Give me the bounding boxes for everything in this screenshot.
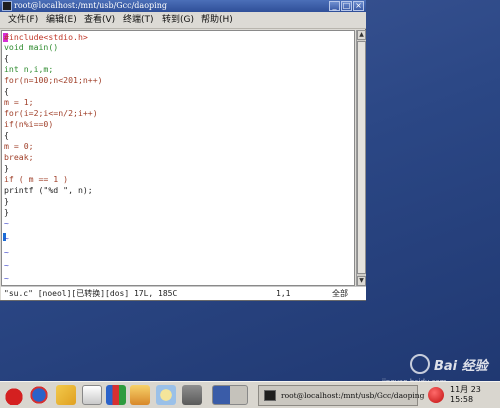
baidu-watermark: Bai 经验 xyxy=(408,354,498,378)
image-viewer-icon[interactable] xyxy=(156,385,176,405)
code-line: void main() xyxy=(4,42,59,52)
minimize-button[interactable]: _ xyxy=(329,1,340,11)
vim-editor[interactable]: #include<stdio.h> void main() { int n,i,… xyxy=(1,30,355,286)
title-bar[interactable]: root@localhost:/mnt/usb/Gcc/daoping _ □ … xyxy=(0,0,366,12)
terminal-window[interactable]: root@localhost:/mnt/usb/Gcc/daoping _ □ … xyxy=(0,0,366,301)
menu-bar: 文件(F) 编辑(E) 查看(V) 终端(T) 转到(G) 帮助(H) xyxy=(0,12,366,29)
menu-view[interactable]: 查看(V) xyxy=(84,15,115,26)
scroll-down-arrow-icon[interactable]: ▼ xyxy=(357,276,366,286)
code-line: if(n%i==0) xyxy=(4,119,54,129)
code-line: } xyxy=(4,196,9,206)
terminal-icon xyxy=(2,1,12,11)
maximize-button[interactable]: □ xyxy=(341,1,352,11)
menu-help[interactable]: 帮助(H) xyxy=(201,15,233,26)
task-title: root@localhost:/mnt/usb/Gcc/daoping xyxy=(281,391,425,400)
watermark-brand: Bai 经验 xyxy=(434,359,488,374)
code-line: { xyxy=(4,86,9,96)
code-line: for(i=2;i<=n/2;i++) xyxy=(4,108,98,118)
scroll-thumb[interactable] xyxy=(357,41,366,274)
empty-line-tilde: ~ xyxy=(4,261,9,270)
clock[interactable]: 11月 23 15:58 xyxy=(450,385,481,405)
vim-status-line: "su.c" [noeol][已转换][dos] 17L, 185C 1,1 全… xyxy=(1,286,366,300)
red-hat-menu-icon[interactable] xyxy=(4,385,24,405)
scroll-indicator: 全部 xyxy=(332,289,348,298)
code-line: m = 0; xyxy=(4,141,34,151)
vertical-scrollbar[interactable]: ▲ ▼ xyxy=(356,30,366,286)
terminal-icon xyxy=(264,390,276,401)
code-line: m = 1; xyxy=(4,97,34,107)
cursor-position: 1,1 xyxy=(276,289,291,298)
workspace-switcher[interactable] xyxy=(212,385,248,405)
document-icon[interactable] xyxy=(82,385,102,405)
code-line: } xyxy=(4,207,9,217)
taskbar-terminal-task[interactable]: root@localhost:/mnt/usb/Gcc/daoping xyxy=(258,385,424,406)
window-title: root@localhost:/mnt/usb/Gcc/daoping xyxy=(14,1,167,10)
mail-icon[interactable] xyxy=(56,385,76,405)
alert-icon[interactable] xyxy=(428,387,444,403)
code-line: { xyxy=(4,130,9,140)
presentation-icon[interactable] xyxy=(130,385,150,405)
menu-edit[interactable]: 编辑(E) xyxy=(46,15,77,26)
file-info: "su.c" [noeol][已转换][dos] 17L, 185C xyxy=(4,289,178,298)
code-line: } xyxy=(4,163,9,173)
empty-line-tilde: ~ xyxy=(4,219,9,228)
menu-goto[interactable]: 转到(G) xyxy=(162,15,194,26)
taskbar: root@localhost:/mnt/usb/Gcc/daoping xyxy=(0,381,500,408)
browser-icon[interactable] xyxy=(30,385,50,405)
empty-line-tilde: ~ xyxy=(4,234,9,243)
menu-terminal[interactable]: 终端(T) xyxy=(123,15,154,26)
empty-line-tilde: ~ xyxy=(4,274,9,283)
clock-date: 11月 23 xyxy=(450,385,481,394)
spreadsheet-icon[interactable] xyxy=(106,385,126,405)
close-button[interactable]: × xyxy=(353,1,364,11)
clock-time: 15:58 xyxy=(450,395,474,404)
printer-icon[interactable] xyxy=(182,385,202,405)
paw-logo-icon xyxy=(410,354,430,374)
code-line: if ( m == 1 ) xyxy=(4,174,69,184)
code-line: int n,i,m; xyxy=(4,64,54,74)
code-line: for(n=100;n<201;n++) xyxy=(4,75,103,85)
code-line: printf ("%d ", n); xyxy=(4,185,93,195)
menu-file[interactable]: 文件(F) xyxy=(8,15,38,26)
code-line: break; xyxy=(4,152,34,162)
empty-line-tilde: ~ xyxy=(4,248,9,257)
code-line: { xyxy=(4,53,9,63)
scroll-up-arrow-icon[interactable]: ▲ xyxy=(357,30,366,40)
code-line: #include<stdio.h> xyxy=(4,32,88,42)
